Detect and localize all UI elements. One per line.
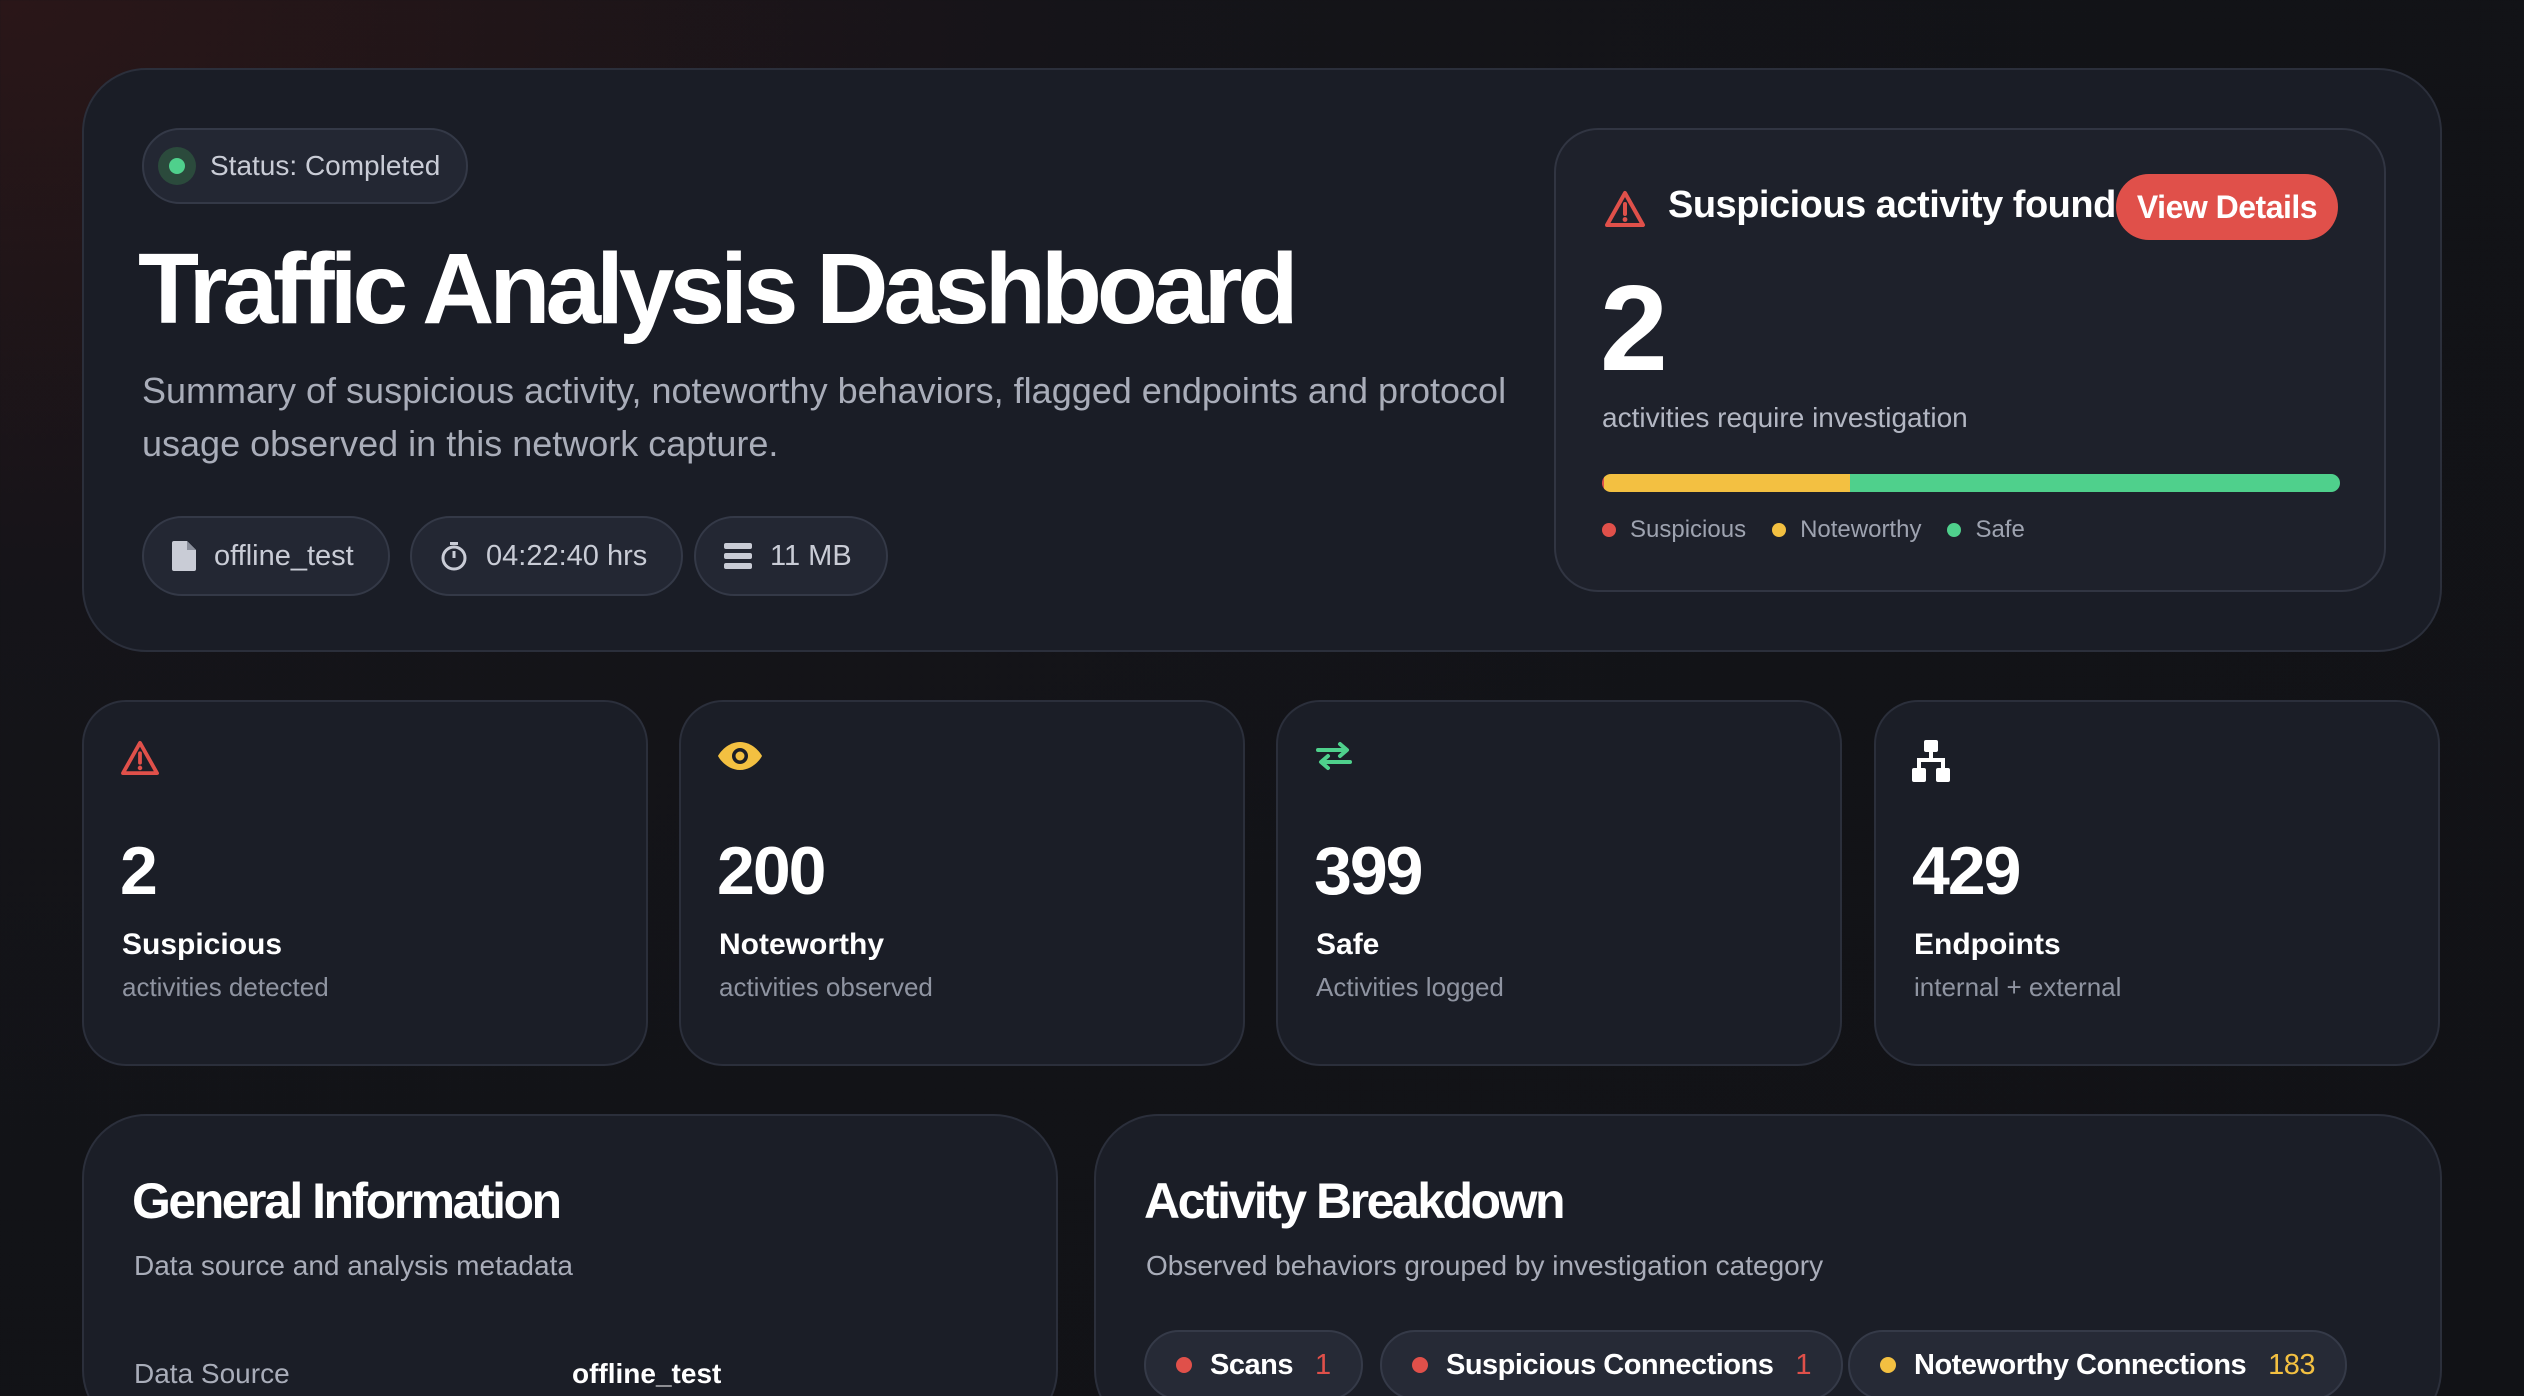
hero-card: Status: Completed Traffic Analysis Dashb… <box>82 68 2442 652</box>
status-badge: Status: Completed <box>142 128 468 204</box>
category-count: 1 <box>1314 1348 1331 1381</box>
view-details-button[interactable]: View Details <box>2116 174 2338 240</box>
category-label: Scans <box>1210 1348 1293 1381</box>
duration-value: 04:22:40 hrs <box>486 539 648 572</box>
stat-card-safe[interactable]: 399 Safe Activities logged <box>1276 700 1842 1066</box>
bar-segment-safe <box>1850 474 2340 492</box>
file-name: offline_test <box>214 539 354 572</box>
activity-breakdown-panel: Activity Breakdown Observed behaviors gr… <box>1094 1114 2442 1396</box>
file-chip: offline_test <box>142 516 390 596</box>
network-icon <box>1912 740 1950 782</box>
category-chip-noteworthy-connections[interactable]: Noteworthy Connections 183 <box>1848 1330 2348 1396</box>
stat-label: Suspicious <box>122 928 283 961</box>
info-row-label: Data Source <box>134 1358 290 1389</box>
category-dot <box>1176 1357 1192 1373</box>
stat-label: Noteworthy <box>719 928 884 961</box>
category-label: Suspicious Connections <box>1446 1348 1774 1381</box>
alert-caption: activities require investigation <box>1602 402 1968 433</box>
status-text: Status: Completed <box>210 150 441 181</box>
page-title: Traffic Analysis Dashboard <box>138 233 1299 345</box>
page-subtitle: Summary of suspicious activity, notewort… <box>142 370 1507 464</box>
warning-icon <box>121 740 159 776</box>
stat-card-noteworthy[interactable]: 200 Noteworthy activities observed <box>679 700 1245 1066</box>
category-dot <box>1412 1357 1428 1373</box>
activity-distribution-bar <box>1602 474 2340 492</box>
stat-value: 399 <box>1314 833 1423 909</box>
eye-icon <box>718 742 762 770</box>
legend-noteworthy: Noteworthy <box>1772 516 1921 544</box>
arrows-exchange-icon <box>1316 742 1352 770</box>
status-dot <box>158 147 196 185</box>
stat-card-suspicious[interactable]: 2 Suspicious activities detected <box>82 700 648 1066</box>
stat-label: Safe <box>1316 928 1380 961</box>
legend-dot <box>1602 523 1616 537</box>
bar-segment-noteworthy <box>1604 474 1851 492</box>
panel-subtitle: Observed behaviors grouped by investigat… <box>1146 1250 1824 1281</box>
file-icon <box>172 541 196 571</box>
stat-value: 429 <box>1912 833 2021 909</box>
info-row-value: offline_test <box>572 1358 722 1389</box>
alert-count: 2 <box>1600 260 1668 396</box>
panel-title: General Information <box>132 1173 562 1229</box>
panel-title: Activity Breakdown <box>1144 1173 1566 1229</box>
stat-card-endpoints[interactable]: 429 Endpoints internal + external <box>1874 700 2440 1066</box>
alert-card: Suspicious activity found View Details 2… <box>1554 128 2386 592</box>
size-value: 11 MB <box>770 539 852 572</box>
category-label: Noteworthy Connections <box>1914 1348 2247 1381</box>
stat-label: Endpoints <box>1914 928 2061 961</box>
panel-subtitle: Data source and analysis metadata <box>134 1250 573 1281</box>
stat-subtext: activities detected <box>122 972 329 1002</box>
duration-chip: 04:22:40 hrs <box>410 516 684 596</box>
legend-dot <box>1947 523 1962 537</box>
stat-subtext: Activities logged <box>1316 972 1504 1002</box>
category-dot <box>1880 1357 1896 1373</box>
size-chip: 11 MB <box>694 516 888 596</box>
warning-icon <box>1605 191 1645 227</box>
legend-label: Suspicious <box>1630 516 1747 543</box>
stat-value: 2 <box>120 833 158 909</box>
category-count: 183 <box>2268 1348 2316 1381</box>
legend-safe: Safe <box>1947 516 2025 544</box>
legend-suspicious: Suspicious <box>1602 516 1746 544</box>
stat-subtext: activities observed <box>719 972 933 1002</box>
category-count: 1 <box>1795 1348 1812 1381</box>
bar-legend: Suspicious Noteworthy Safe <box>1602 516 2025 544</box>
category-chip-suspicious-connections[interactable]: Suspicious Connections 1 <box>1380 1330 1844 1396</box>
legend-label: Safe <box>1975 516 2025 543</box>
legend-dot <box>1772 523 1787 537</box>
database-icon <box>724 543 752 569</box>
stopwatch-icon <box>441 542 467 571</box>
stat-subtext: internal + external <box>1914 972 2122 1002</box>
legend-label: Noteworthy <box>1800 516 1922 543</box>
category-chip-scans[interactable]: Scans 1 <box>1144 1330 1363 1396</box>
alert-title: Suspicious activity found <box>1668 184 2116 226</box>
general-information-panel: General Information Data source and anal… <box>82 1114 1058 1396</box>
stat-value: 200 <box>717 833 826 909</box>
